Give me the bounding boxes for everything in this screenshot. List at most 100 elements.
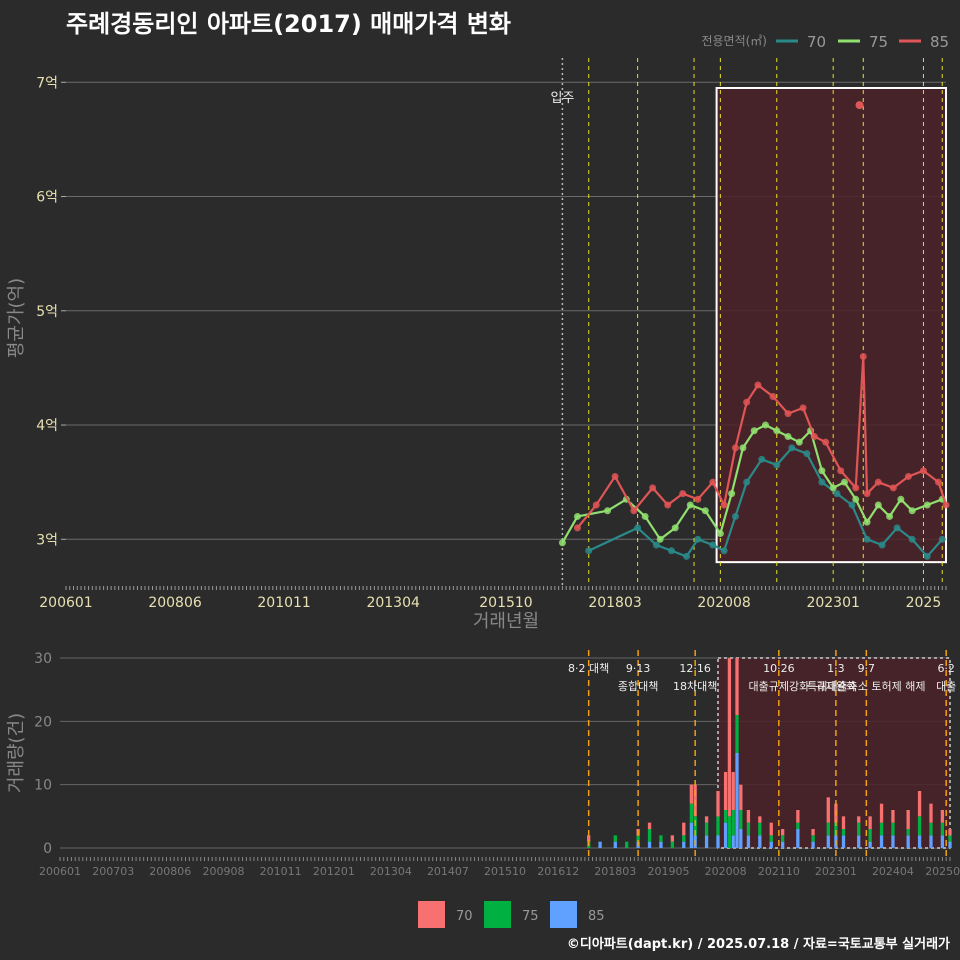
volume-bar-70 — [689, 784, 694, 804]
volume-bar-85 — [769, 841, 773, 848]
policy-label: 8·2 대책 — [568, 662, 609, 675]
x2-tick-label: 200601 — [39, 865, 81, 878]
volume-bar-75 — [940, 822, 945, 836]
volume-bar-85 — [841, 835, 846, 848]
data-point-70 — [694, 535, 702, 543]
data-point-75 — [863, 518, 871, 526]
volume-bar-75 — [868, 829, 872, 842]
x-tick-label: 201510 — [479, 595, 532, 611]
data-point-75 — [728, 490, 736, 498]
data-point-75 — [701, 507, 709, 515]
volume-bar-70 — [857, 816, 861, 823]
volume-bar-75 — [727, 816, 732, 848]
y2-tick-label: 20 — [34, 714, 52, 730]
data-point-70 — [893, 524, 901, 532]
x-tick-label: 202301 — [806, 595, 859, 611]
policy-label: 10·26 — [763, 662, 795, 675]
data-point-70 — [848, 501, 856, 509]
data-point-75 — [897, 495, 905, 503]
x2-tick-label: 200806 — [149, 865, 191, 878]
data-point-85 — [720, 501, 728, 509]
y2-tick-label: 0 — [43, 841, 52, 857]
x2-tick-label: 201803 — [594, 865, 636, 878]
data-point-85 — [630, 507, 638, 515]
data-point-85 — [863, 490, 871, 498]
volume-bar-85 — [659, 841, 663, 848]
x2-tick-label: 202506 — [925, 865, 960, 878]
data-point-85 — [649, 484, 657, 492]
y-tick-label: 4억 — [36, 418, 58, 434]
volume-bar-70 — [727, 658, 732, 817]
data-point-75 — [716, 530, 724, 538]
volume-bar-75 — [625, 841, 629, 848]
x-axis-title: 거래년월 — [473, 611, 539, 632]
volume-bar-70 — [670, 835, 675, 842]
policy-label: 6·2 — [937, 662, 955, 675]
volume-bar-75 — [731, 810, 735, 836]
data-point-75 — [874, 501, 882, 509]
volume-bar-75 — [796, 822, 800, 829]
volume-bar-85 — [906, 835, 910, 848]
volume-bar-75 — [723, 810, 728, 823]
data-point-75 — [784, 432, 792, 440]
volume-bar-85 — [723, 822, 728, 848]
volume-bar-70 — [746, 810, 751, 823]
data-point-70 — [731, 512, 739, 520]
data-point-75 — [818, 467, 826, 475]
data-point-85 — [822, 438, 830, 446]
volume-bar-85 — [598, 841, 602, 848]
volume-bar-85 — [940, 835, 945, 848]
data-point-75 — [908, 507, 916, 515]
data-point-85 — [799, 404, 807, 412]
data-point-70 — [585, 547, 593, 555]
volume-bar-75 — [879, 822, 884, 836]
data-point-85 — [784, 410, 792, 418]
volume-bar-75 — [891, 822, 895, 836]
data-point-70 — [908, 535, 916, 543]
volume-bar-85 — [929, 835, 933, 848]
y-tick-label: 5억 — [36, 304, 58, 320]
chart-canvas: 3억 4억 5억 6억 7억 200601 200806 201011 201304 201510… — [6, 33, 960, 928]
legend2-swatch-75 — [484, 901, 511, 928]
volume-bar-75 — [841, 829, 846, 836]
x-tick-label: 201803 — [588, 595, 641, 611]
volume-bar-85 — [868, 841, 872, 848]
data-point-85 — [743, 398, 751, 406]
data-point-70 — [773, 461, 781, 469]
legend2-swatch-70 — [418, 901, 445, 928]
data-point-85 — [837, 467, 845, 475]
volume-bar-75 — [758, 822, 762, 836]
volume-bar-70 — [758, 816, 762, 823]
volume-bar-75 — [746, 822, 751, 836]
volume-bar-75 — [906, 829, 910, 836]
data-point-85 — [573, 524, 581, 532]
data-point-70 — [863, 535, 871, 543]
data-point-85 — [679, 490, 687, 498]
volume-bar-70 — [739, 784, 743, 810]
x2-tick-label: 201011 — [260, 865, 302, 878]
data-point-75 — [656, 535, 664, 543]
x2-tick-label: 200908 — [203, 865, 245, 878]
policy-label-sub: 대출규제강화 — [748, 680, 809, 693]
data-point-75 — [604, 507, 612, 515]
volume-bar-85 — [796, 829, 800, 848]
data-point-75 — [852, 495, 860, 503]
volume-bar-85 — [857, 835, 861, 848]
y-tick-label: 6억 — [36, 190, 58, 206]
data-point-85 — [942, 501, 950, 509]
x2-tick-label: 201612 — [537, 865, 579, 878]
x2-tick-label: 201407 — [427, 865, 469, 878]
data-point-75 — [840, 478, 848, 486]
volume-bar-85 — [879, 835, 884, 848]
volume-bar-85 — [948, 841, 952, 848]
data-point-75 — [773, 427, 781, 435]
data-point-85 — [934, 478, 942, 486]
y-axis-title: 평균가(억) — [6, 278, 27, 358]
volume-bar-70 — [917, 791, 922, 817]
data-point-75 — [829, 484, 837, 492]
data-point-85 — [709, 478, 717, 486]
data-point-70 — [667, 547, 675, 555]
volume-bar-70 — [929, 803, 933, 823]
volume-bar-70 — [723, 772, 728, 810]
volume-bar-70 — [841, 816, 846, 829]
